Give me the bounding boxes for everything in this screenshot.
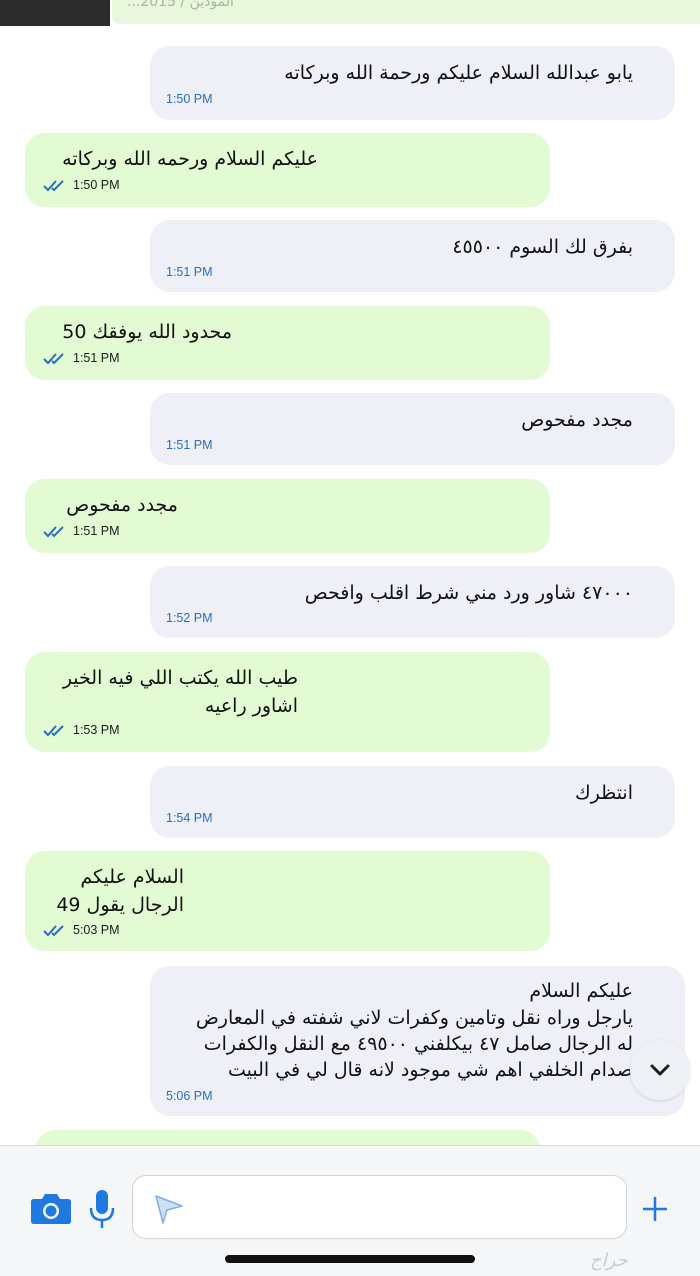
double-check-icon	[43, 925, 64, 937]
message-text-line: الرجال يقول 49	[56, 894, 184, 916]
double-check-icon	[43, 526, 64, 538]
double-check-icon	[43, 725, 64, 737]
double-check-icon	[43, 180, 64, 192]
message-text: بفرق لك السوم ٤٥٥٠٠	[452, 236, 633, 258]
message-text-line: يارجل وراه نقل وتامين وكفرات لاني شفته ف…	[195, 1007, 633, 1029]
message-time: 5:06 PM	[166, 1089, 213, 1103]
message-bubble-incoming[interactable]: بفرق لك السوم ٤٥٥٠٠ 1:51 PM	[150, 220, 675, 292]
message-time: 1:53 PM	[73, 723, 120, 737]
message-input[interactable]	[132, 1175, 627, 1239]
message-time: 1:51 PM	[73, 351, 120, 365]
message-bubble-incoming[interactable]: ٤٧٠٠٠ شاور ورد مني شرط اقلب وافحص 1:52 P…	[150, 566, 675, 638]
message-text: انتظرك	[574, 782, 633, 804]
home-indicator	[225, 1255, 475, 1263]
message-text-line: السلام عليكم	[80, 866, 184, 888]
chevron-down-icon	[650, 1064, 670, 1076]
message-time: 1:54 PM	[166, 811, 213, 825]
double-check-icon	[43, 353, 64, 365]
watermark: حراج	[590, 1250, 628, 1271]
message-text-line: عليكم السلام	[529, 980, 633, 1002]
message-text: مجدد مفحوص	[521, 409, 633, 431]
message-bubble-outgoing[interactable]: محدود الله يوفقك 50 1:51 PM	[25, 306, 550, 380]
microphone-button[interactable]	[88, 1188, 116, 1230]
message-composer: حراج	[0, 1145, 700, 1276]
microphone-icon	[89, 1190, 115, 1228]
message-bubble-incoming[interactable]: انتظرك 1:54 PM	[150, 766, 675, 838]
camera-button[interactable]	[30, 1190, 72, 1226]
message-bubble-incoming[interactable]: عليكم السلام يارجل وراه نقل وتامين وكفرا…	[150, 966, 685, 1116]
send-icon[interactable]	[153, 1193, 185, 1225]
message-list[interactable]: يابو عبدالله السلام عليكم ورحمة الله وبر…	[0, 0, 700, 1170]
message-text: يابو عبدالله السلام عليكم ورحمة الله وبر…	[284, 62, 633, 84]
message-time: 5:03 PM	[73, 923, 120, 937]
message-time: 1:51 PM	[73, 524, 120, 538]
message-time: 1:52 PM	[166, 611, 213, 625]
message-bubble-outgoing[interactable]: طيب الله يكتب اللي فيه الخير اشاور راعيه…	[25, 652, 550, 752]
message-text-line: اشاور راعيه	[204, 695, 298, 717]
scroll-to-bottom-button[interactable]	[630, 1040, 690, 1100]
message-time: 1:51 PM	[166, 265, 213, 279]
message-text: محدود الله يوفقك 50	[62, 321, 232, 343]
message-bubble-incoming[interactable]: يابو عبدالله السلام عليكم ورحمة الله وبر…	[150, 46, 675, 120]
message-text-line: طيب الله يكتب اللي فيه الخير	[62, 667, 298, 689]
message-text: مجدد مفحوص	[66, 494, 178, 516]
message-bubble-outgoing[interactable]: السلام عليكم الرجال يقول 49 5:03 PM	[25, 851, 550, 951]
message-time: 1:50 PM	[166, 92, 213, 106]
message-text-line: له الرجال صامل ٤٧ بيكلفني ٤٩٥٠٠ مع النقل…	[203, 1033, 633, 1055]
message-bubble-outgoing[interactable]: عليكم السلام ورحمه الله وبركاته 1:50 PM	[25, 133, 550, 207]
message-text: عليكم السلام ورحمه الله وبركاته	[62, 148, 318, 170]
message-time: 1:50 PM	[73, 178, 120, 192]
message-time: 1:51 PM	[166, 438, 213, 452]
camera-icon	[31, 1194, 71, 1224]
message-bubble-outgoing[interactable]: مجدد مفحوص 1:51 PM	[25, 479, 550, 553]
attach-button[interactable]	[640, 1194, 670, 1224]
message-bubble-incoming[interactable]: مجدد مفحوص 1:51 PM	[150, 393, 675, 465]
plus-icon	[643, 1197, 667, 1221]
message-text-line: صدام الخلفي اهم شي موجود لانه قال لي في …	[227, 1059, 633, 1081]
message-text: ٤٧٠٠٠ شاور ورد مني شرط اقلب وافحص	[304, 582, 633, 604]
